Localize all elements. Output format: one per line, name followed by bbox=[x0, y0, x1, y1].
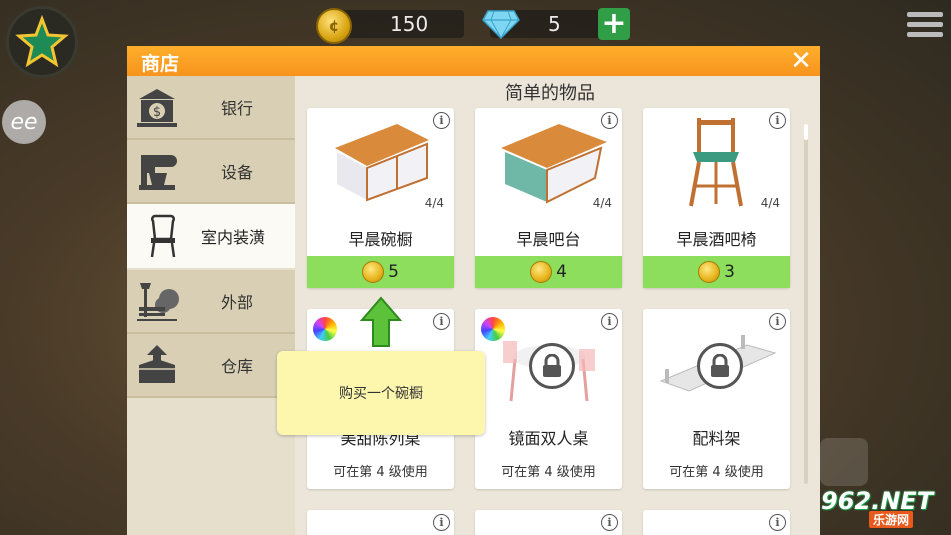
info-icon[interactable]: i bbox=[433, 112, 450, 129]
mixer-icon bbox=[139, 155, 177, 190]
hamburger-menu-icon[interactable] bbox=[907, 12, 943, 40]
price-button[interactable]: 5 bbox=[307, 256, 454, 288]
lamp-bench-icon bbox=[137, 283, 179, 321]
info-icon[interactable]: i bbox=[601, 112, 618, 129]
avatar-button[interactable]: ee bbox=[2, 100, 46, 144]
info-icon[interactable]: i bbox=[601, 313, 618, 330]
tooltip-text: 购买一个碗橱 bbox=[339, 386, 423, 402]
coin-icon bbox=[698, 261, 721, 283]
level-requirement: 可在第 4 级使用 bbox=[333, 465, 428, 480]
price-button[interactable]: 3 bbox=[643, 256, 790, 288]
price-value: 5 bbox=[388, 262, 399, 282]
item-card-row3-3[interactable]: i bbox=[643, 510, 790, 535]
item-name: 早晨碗橱 bbox=[348, 230, 413, 249]
level-star-badge[interactable] bbox=[6, 6, 78, 78]
buy-gems-button[interactable]: + bbox=[598, 8, 630, 40]
color-variant-icon bbox=[481, 317, 505, 341]
sidebar-label-equipment: 设备 bbox=[221, 163, 254, 182]
info-icon[interactable]: i bbox=[769, 112, 786, 129]
shop-title: 商店 bbox=[141, 53, 180, 75]
sidebar-item-storage[interactable]: 仓库 bbox=[127, 334, 295, 398]
item-count: 4/4 bbox=[592, 196, 612, 210]
coin-icon: ¢ bbox=[316, 8, 352, 44]
coin-amount: 150 bbox=[390, 12, 429, 36]
star-icon bbox=[15, 15, 69, 68]
item-card-morning-bar[interactable]: i 4/4 早晨吧台 4 bbox=[475, 108, 622, 288]
shop-header: 商店 ✕ bbox=[127, 46, 820, 76]
item-name: 镜面双人桌 bbox=[508, 429, 589, 448]
level-requirement: 可在第 4 级使用 bbox=[501, 465, 596, 480]
lock-icon bbox=[529, 343, 575, 389]
price-value: 4 bbox=[556, 262, 567, 282]
gem-amount: 5 bbox=[548, 12, 561, 36]
item-card-morning-cupboard[interactable]: i 4/4 早晨碗橱 5 bbox=[307, 108, 454, 288]
scrollbar[interactable] bbox=[804, 124, 808, 484]
shop-sidebar: $ 银行 设备 室内装潢 外部 仓库 bbox=[127, 76, 295, 535]
close-icon[interactable]: ✕ bbox=[788, 46, 814, 76]
watermark-logo: 962.NET 乐游网 bbox=[817, 487, 945, 531]
info-icon[interactable]: i bbox=[769, 514, 786, 531]
sidebar-label-storage: 仓库 bbox=[221, 357, 254, 376]
item-name: 早晨酒吧椅 bbox=[676, 230, 757, 249]
item-card-row3-2[interactable]: i bbox=[475, 510, 622, 535]
sidebar-label-interior: 室内装潢 bbox=[201, 228, 266, 247]
item-card-morning-bar-chair[interactable]: i 4/4 早晨酒吧椅 3 bbox=[643, 108, 790, 288]
price-button[interactable]: 4 bbox=[475, 256, 622, 288]
lock-icon bbox=[697, 343, 743, 389]
chair-icon bbox=[150, 214, 176, 258]
shop-window: 商店 ✕ $ 银行 设备 室内装潢 外部 仓库 简单的物品 i 4/4 早晨碗橱… bbox=[127, 46, 820, 535]
sidebar-item-bank[interactable]: $ 银行 bbox=[127, 76, 295, 140]
info-icon[interactable]: i bbox=[769, 313, 786, 330]
price-value: 3 bbox=[724, 262, 735, 282]
tutorial-arrow-up-icon bbox=[360, 296, 402, 347]
sidebar-item-interior[interactable]: 室内装潢 bbox=[127, 204, 295, 268]
sidebar-label-bank: 银行 bbox=[221, 99, 254, 118]
section-title: 简单的物品 bbox=[505, 83, 595, 104]
item-card-row3-1[interactable]: i bbox=[307, 510, 454, 535]
item-card-ingredient-rack[interactable]: i 配料架 可在第 4 级使用 bbox=[643, 309, 790, 489]
coin-icon bbox=[362, 261, 385, 283]
item-card-mirror-table[interactable]: i 镜面双人桌 可在第 4 级使用 bbox=[475, 309, 622, 489]
item-count: 4/4 bbox=[760, 196, 780, 210]
info-icon[interactable]: i bbox=[433, 313, 450, 330]
sidebar-item-exterior[interactable]: 外部 bbox=[127, 270, 295, 334]
item-name: 配料架 bbox=[692, 429, 741, 448]
svg-text:$: $ bbox=[153, 105, 161, 120]
item-count: 4/4 bbox=[424, 196, 444, 210]
background-icon bbox=[820, 438, 868, 486]
storage-box-icon bbox=[139, 345, 175, 383]
info-icon[interactable]: i bbox=[433, 514, 450, 531]
info-icon[interactable]: i bbox=[601, 514, 618, 531]
bank-icon: $ bbox=[137, 89, 177, 127]
sidebar-item-equipment[interactable]: 设备 bbox=[127, 140, 295, 204]
scroll-thumb[interactable] bbox=[804, 124, 808, 140]
item-name: 早晨吧台 bbox=[516, 230, 581, 249]
tutorial-tooltip: 购买一个碗橱 bbox=[277, 351, 485, 435]
coin-icon bbox=[530, 261, 553, 283]
watermark-sub: 乐游网 bbox=[869, 511, 914, 528]
sidebar-label-exterior: 外部 bbox=[221, 293, 254, 312]
diamond-icon bbox=[482, 10, 520, 39]
color-variant-icon bbox=[313, 317, 337, 341]
level-requirement: 可在第 4 级使用 bbox=[669, 465, 764, 480]
